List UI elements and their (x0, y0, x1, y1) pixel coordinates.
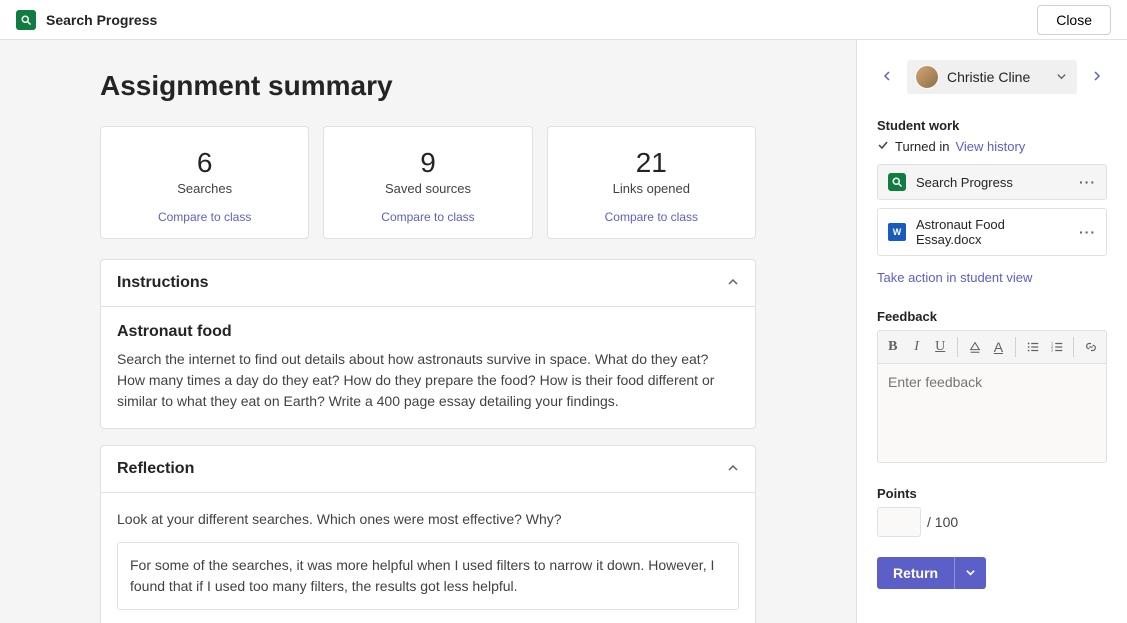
reflection-prompt: Look at your different searches. Which o… (117, 509, 739, 530)
main-content: Assignment summary 6 Searches Compare to… (0, 40, 857, 623)
stat-value: 6 (111, 147, 298, 179)
points-max: / 100 (927, 514, 958, 530)
instructions-card: Instructions Astronaut food Search the i… (100, 259, 756, 429)
student-work-label: Student work (877, 118, 1107, 133)
avatar (915, 65, 939, 89)
app-header: Search Progress Close (0, 0, 1127, 40)
reflection-body: Look at your different searches. Which o… (101, 492, 755, 623)
font-color-button[interactable]: A (988, 335, 1010, 359)
bold-button[interactable]: B (882, 335, 904, 359)
stat-label: Links opened (558, 181, 745, 196)
sidebar: Christie Cline Student work Turned in Vi… (857, 40, 1127, 623)
points-label: Points (877, 486, 1107, 501)
reflection-card: Reflection Look at your different search… (100, 445, 756, 623)
chevron-up-icon (727, 461, 739, 477)
status-row: Turned in View history (877, 139, 1107, 154)
number-list-button[interactable]: 123 (1046, 335, 1068, 359)
reflection-header[interactable]: Reflection (101, 446, 755, 492)
header-left: Search Progress (16, 10, 157, 30)
stat-value: 21 (558, 147, 745, 179)
feedback-label: Feedback (877, 309, 1107, 324)
app-title: Search Progress (46, 12, 157, 28)
chevron-up-icon (727, 275, 739, 291)
check-icon (877, 139, 889, 154)
bullet-list-button[interactable] (1022, 335, 1044, 359)
view-history-link[interactable]: View history (955, 139, 1025, 154)
stat-card-links-opened: 21 Links opened Compare to class (547, 126, 756, 239)
highlight-button[interactable] (964, 335, 986, 359)
assignment-title: Astronaut food (117, 323, 739, 341)
word-icon: W (888, 223, 906, 241)
prev-student-button[interactable] (877, 65, 897, 89)
instructions-header[interactable]: Instructions (101, 260, 755, 306)
chevron-down-icon (1056, 69, 1067, 85)
points-row: / 100 (877, 507, 1107, 537)
search-progress-icon (888, 173, 906, 191)
feedback-toolbar: B I U A 123 (877, 330, 1107, 363)
file-name: Astronaut Food Essay.docx (916, 217, 1069, 247)
underline-button[interactable]: U (929, 335, 951, 359)
stat-label: Searches (111, 181, 298, 196)
svg-text:3: 3 (1051, 347, 1054, 352)
feedback-input[interactable] (877, 363, 1107, 463)
stat-card-searches: 6 Searches Compare to class (100, 126, 309, 239)
link-button[interactable] (1080, 335, 1102, 359)
stat-value: 9 (334, 147, 521, 179)
compare-link[interactable]: Compare to class (381, 210, 474, 224)
status-text: Turned in (895, 139, 949, 154)
points-input[interactable] (877, 507, 921, 537)
stat-label: Saved sources (334, 181, 521, 196)
stats-row: 6 Searches Compare to class 9 Saved sour… (100, 126, 756, 239)
stat-card-saved-sources: 9 Saved sources Compare to class (323, 126, 532, 239)
file-row-essay[interactable]: W Astronaut Food Essay.docx ··· (877, 208, 1107, 256)
compare-link[interactable]: Compare to class (158, 210, 251, 224)
reflection-title: Reflection (117, 460, 194, 478)
return-menu-button[interactable] (954, 557, 986, 589)
more-options-icon[interactable]: ··· (1079, 224, 1096, 240)
more-options-icon[interactable]: ··· (1079, 174, 1096, 190)
return-button[interactable]: Return (877, 557, 954, 589)
student-nav: Christie Cline (877, 60, 1107, 94)
instructions-body: Astronaut food Search the internet to fi… (101, 306, 755, 428)
next-student-button[interactable] (1087, 65, 1107, 89)
compare-link[interactable]: Compare to class (605, 210, 698, 224)
close-button[interactable]: Close (1037, 5, 1111, 35)
search-progress-icon (16, 10, 36, 30)
student-selector[interactable]: Christie Cline (907, 60, 1077, 94)
instructions-title: Instructions (117, 274, 209, 292)
italic-button[interactable]: I (906, 335, 928, 359)
assignment-text: Search the internet to find out details … (117, 349, 739, 412)
file-name: Search Progress (916, 175, 1069, 190)
reflection-answer: For some of the searches, it was more he… (117, 542, 739, 610)
file-row-search-progress[interactable]: Search Progress ··· (877, 164, 1107, 200)
take-action-link[interactable]: Take action in student view (877, 270, 1032, 285)
return-button-group: Return (877, 557, 986, 589)
student-name: Christie Cline (947, 69, 1030, 85)
page-title: Assignment summary (100, 70, 756, 102)
